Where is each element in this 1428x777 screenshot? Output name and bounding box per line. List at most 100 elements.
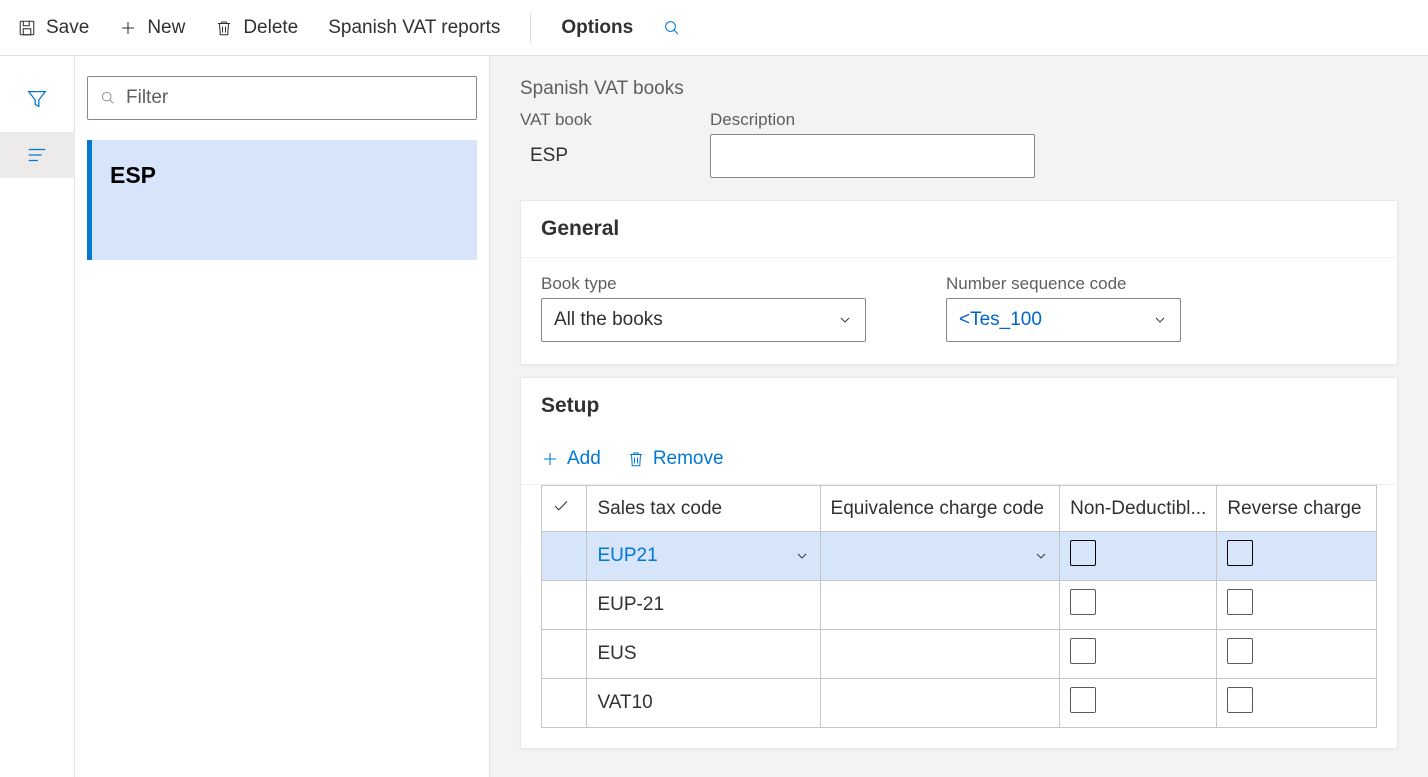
number-sequence-select[interactable]: <Tes_100 (946, 298, 1181, 342)
chevron-down-icon (1152, 312, 1168, 328)
description-field: Description (710, 110, 1035, 178)
search-icon (663, 19, 681, 37)
plus-icon (541, 450, 559, 468)
sales-tax-code-cell[interactable]: EUS (587, 630, 820, 679)
left-rail (0, 56, 75, 777)
select-column-header[interactable] (542, 486, 587, 532)
general-card: General Book type All the books Number s… (520, 200, 1398, 365)
equivalence-charge-code-header[interactable]: Equivalence charge code (820, 486, 1060, 532)
sales-tax-code-header[interactable]: Sales tax code (587, 486, 820, 532)
list-pane: ESP (75, 56, 490, 777)
list-item-label: ESP (110, 162, 156, 188)
vat-book-field: VAT book ESP (520, 110, 680, 178)
row-selector[interactable] (542, 581, 587, 630)
add-button[interactable]: Add (541, 448, 601, 470)
checkbox[interactable] (1070, 540, 1096, 566)
book-type-label: Book type (541, 274, 866, 294)
number-sequence-field: Number sequence code <Tes_100 (946, 274, 1181, 342)
save-label: Save (46, 17, 89, 39)
equivalence-cell[interactable] (820, 679, 1060, 728)
sales-tax-code-cell[interactable]: EUP-21 (587, 581, 820, 630)
reverse-charge-cell[interactable] (1217, 581, 1377, 630)
trash-icon (215, 19, 233, 37)
search-icon (100, 90, 116, 106)
list-item[interactable]: ESP (87, 140, 477, 260)
general-header: General (521, 201, 1397, 258)
setup-grid: Sales tax code Equivalence charge code N… (541, 485, 1377, 728)
save-button[interactable]: Save (18, 17, 89, 39)
non-deductible-cell[interactable] (1060, 630, 1217, 679)
equivalence-cell[interactable] (820, 532, 1060, 581)
setup-toolbar: Add Remove (521, 434, 1397, 485)
sales-tax-code-value: EUP21 (597, 545, 657, 567)
delete-button[interactable]: Delete (215, 17, 298, 39)
new-label: New (147, 17, 185, 39)
new-button[interactable]: New (119, 17, 185, 39)
setup-header: Setup (521, 378, 1397, 434)
reverse-charge-cell[interactable] (1217, 532, 1377, 581)
action-toolbar: Save New Delete Spanish VAT reports Opti… (0, 0, 1428, 56)
delete-label: Delete (243, 17, 298, 39)
reports-button[interactable]: Spanish VAT reports (328, 17, 500, 39)
checkbox[interactable] (1227, 589, 1253, 615)
table-row[interactable]: EUS (542, 630, 1377, 679)
lines-rail-button[interactable] (0, 132, 75, 178)
reports-label: Spanish VAT reports (328, 17, 500, 39)
filter-input[interactable] (124, 86, 464, 110)
table-row[interactable]: EUP-21 (542, 581, 1377, 630)
lines-icon (26, 144, 48, 166)
check-icon (552, 497, 570, 515)
remove-button[interactable]: Remove (627, 448, 724, 470)
chevron-down-icon (1033, 548, 1049, 564)
reverse-charge-header[interactable]: Reverse charge (1217, 486, 1377, 532)
add-label: Add (567, 448, 601, 470)
setup-card: Setup Add Remove Sales tax (520, 377, 1398, 749)
checkbox[interactable] (1070, 638, 1096, 664)
table-row[interactable]: EUP21 (542, 532, 1377, 581)
book-type-field: Book type All the books (541, 274, 866, 342)
search-button[interactable] (663, 19, 681, 37)
non-deductible-cell[interactable] (1060, 532, 1217, 581)
chevron-down-icon (794, 548, 810, 564)
remove-label: Remove (653, 448, 724, 470)
vat-book-value: ESP (520, 134, 680, 178)
checkbox[interactable] (1227, 687, 1253, 713)
plus-icon (119, 19, 137, 37)
reverse-charge-cell[interactable] (1217, 630, 1377, 679)
sales-tax-code-cell[interactable]: VAT10 (587, 679, 820, 728)
detail-pane: Spanish VAT books VAT book ESP Descripti… (490, 56, 1428, 777)
book-type-select[interactable]: All the books (541, 298, 866, 342)
save-icon (18, 19, 36, 37)
row-selector[interactable] (542, 630, 587, 679)
book-type-value: All the books (554, 309, 663, 331)
checkbox[interactable] (1070, 589, 1096, 615)
filter-box[interactable] (87, 76, 477, 120)
equivalence-cell[interactable] (820, 630, 1060, 679)
page-title: Spanish VAT books (520, 78, 1398, 100)
non-deductible-cell[interactable] (1060, 581, 1217, 630)
options-label: Options (561, 17, 633, 39)
sales-tax-code-cell[interactable]: EUP21 (587, 532, 820, 581)
vat-book-label: VAT book (520, 110, 680, 130)
non-deductible-cell[interactable] (1060, 679, 1217, 728)
description-input[interactable] (710, 134, 1035, 178)
number-sequence-label: Number sequence code (946, 274, 1181, 294)
checkbox[interactable] (1227, 540, 1253, 566)
chevron-down-icon (837, 312, 853, 328)
trash-icon (627, 450, 645, 468)
toolbar-divider (530, 13, 531, 43)
main-layout: ESP Spanish VAT books VAT book ESP Descr… (0, 56, 1428, 777)
non-deductible-header[interactable]: Non-Deductibl... (1060, 486, 1217, 532)
equivalence-cell[interactable] (820, 581, 1060, 630)
checkbox[interactable] (1070, 687, 1096, 713)
description-label: Description (710, 110, 1035, 130)
reverse-charge-cell[interactable] (1217, 679, 1377, 728)
number-sequence-value: <Tes_100 (959, 309, 1042, 331)
filter-rail-button[interactable] (0, 76, 75, 122)
checkbox[interactable] (1227, 638, 1253, 664)
row-selector[interactable] (542, 532, 587, 581)
table-row[interactable]: VAT10 (542, 679, 1377, 728)
row-selector[interactable] (542, 679, 587, 728)
funnel-icon (26, 88, 48, 110)
options-button[interactable]: Options (561, 17, 633, 39)
